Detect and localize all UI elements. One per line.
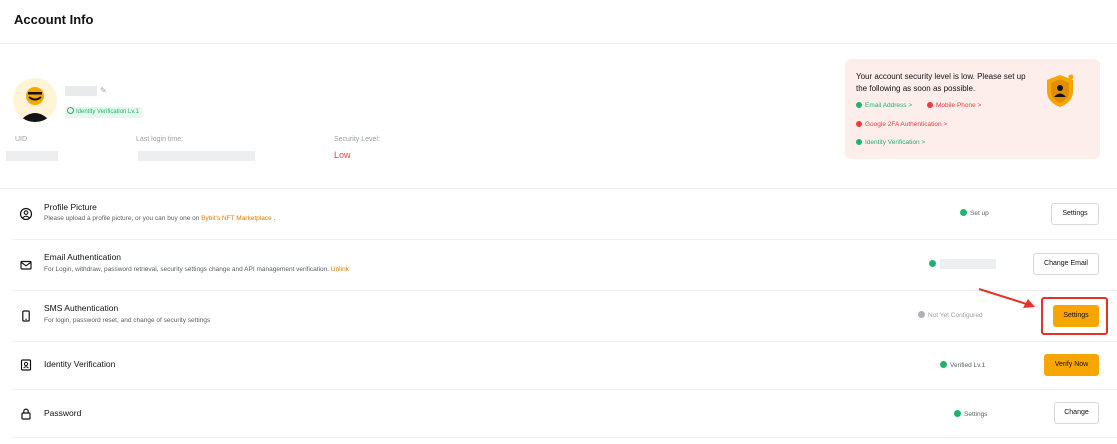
avatar[interactable] <box>13 78 57 122</box>
id-card-icon <box>20 359 32 371</box>
identity-verification-title: Identity Verification <box>44 359 116 369</box>
check-circle-icon <box>940 361 947 368</box>
check-circle-icon <box>929 260 936 267</box>
alert-message: Your account security level is low. Plea… <box>856 72 1026 93</box>
uid-label: UID <box>15 136 28 143</box>
alert-link-email[interactable]: Email Address > <box>856 102 912 109</box>
unlink-link[interactable]: Unlink <box>331 266 349 273</box>
security-level-value: Low <box>334 150 351 160</box>
profile-picture-icon <box>19 207 33 221</box>
security-alert: Your account security level is low. Plea… <box>845 59 1100 159</box>
password-status: Settings <box>954 410 988 418</box>
sms-settings-button[interactable]: Settings <box>1053 305 1099 327</box>
avatar-icon <box>13 78 57 122</box>
check-circle-icon <box>960 209 967 216</box>
sms-auth-title: SMS Authentication <box>44 303 119 313</box>
mail-icon <box>20 260 32 270</box>
profile-picture-status: Set up <box>960 209 989 217</box>
security-level-label: Security Level: <box>334 136 380 143</box>
row-divider <box>12 290 1117 291</box>
lock-icon <box>21 408 31 420</box>
section-divider <box>0 188 1117 189</box>
change-password-button[interactable]: Change <box>1054 402 1099 424</box>
alert-link-identity[interactable]: Identity Verification > <box>856 139 925 146</box>
page-title: Account Info <box>14 12 94 27</box>
phone-icon <box>22 310 30 322</box>
identity-verification-status: Verified Lv.1 <box>940 361 985 369</box>
email-auth-status <box>929 260 939 268</box>
last-login-label: Last login time: <box>136 136 184 143</box>
check-circle-icon <box>954 410 961 417</box>
edit-icon[interactable]: ✎ <box>100 86 107 95</box>
annotation-arrow <box>978 288 1035 308</box>
profile-picture-desc: Please upload a profile picture, or you … <box>44 215 276 222</box>
email-address-masked <box>940 259 996 269</box>
username-masked <box>65 86 97 96</box>
sms-auth-desc: For login, password reset, and change of… <box>44 317 211 324</box>
email-auth-desc: For Login, withdraw, password retrieval,… <box>44 266 349 273</box>
sms-auth-status: Not Yet Configured <box>918 311 983 319</box>
header-divider <box>0 43 1117 44</box>
row-divider <box>12 239 1117 240</box>
profile-picture-settings-button[interactable]: Settings <box>1051 203 1099 225</box>
info-icon <box>918 311 925 318</box>
password-title: Password <box>44 408 82 418</box>
shield-icon <box>1047 74 1074 107</box>
email-auth-title: Email Authentication <box>44 252 122 262</box>
alert-link-google-2fa[interactable]: Google 2FA Authentication > <box>856 121 947 128</box>
uid-value-masked <box>6 151 58 161</box>
identity-badge: Identity Verification Lv.1 <box>65 107 142 118</box>
alert-link-mobile[interactable]: Mobile Phone > <box>927 102 981 109</box>
change-email-button[interactable]: Change Email <box>1033 253 1099 275</box>
verify-now-button[interactable]: Verify Now <box>1044 354 1099 376</box>
nft-marketplace-link[interactable]: Bybit's NFT Marketplace <box>201 215 271 222</box>
profile-picture-title: Profile Picture <box>44 202 97 212</box>
row-divider <box>12 389 1117 390</box>
last-login-value-masked <box>138 151 255 161</box>
row-divider <box>12 437 1117 438</box>
row-divider <box>12 341 1117 342</box>
